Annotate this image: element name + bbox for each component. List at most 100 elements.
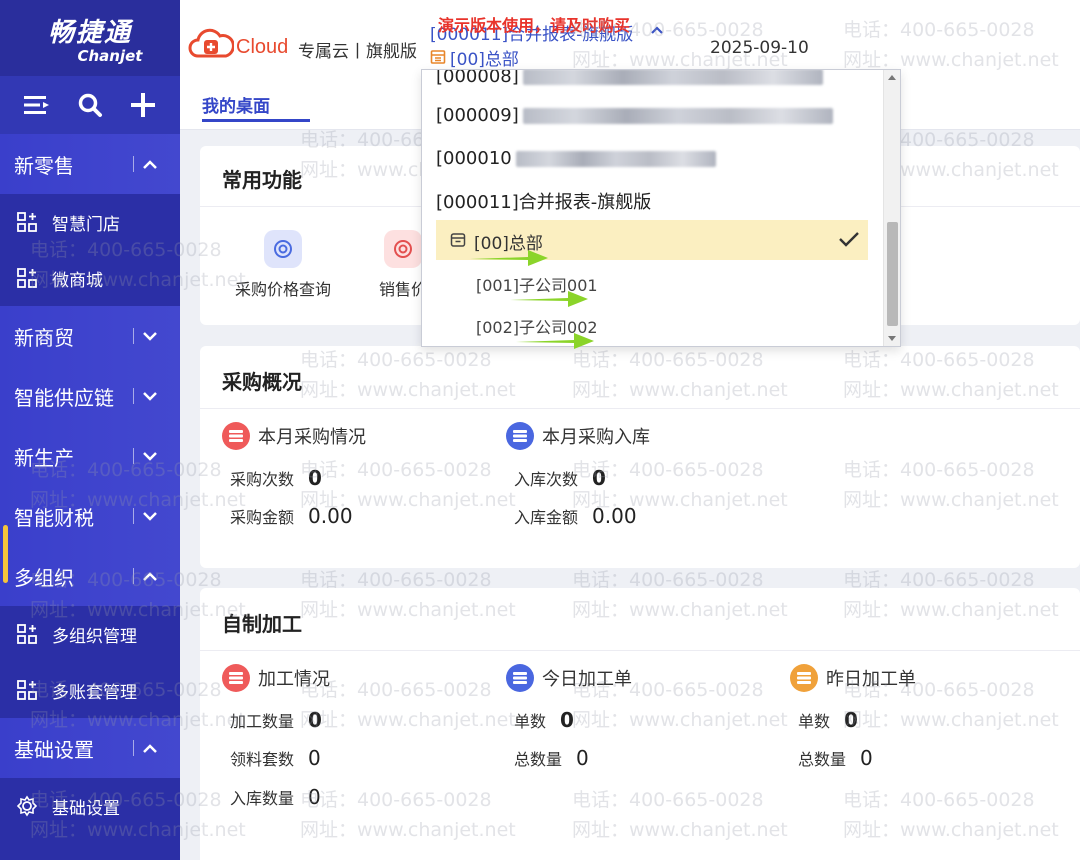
sidebar: 畅捷通 Chanjet 新零售 智慧门店 微商城 新商贸 智能供应链 新生产 智… [0, 0, 180, 860]
function-purchase-price-query[interactable]: 采购价格查询 [228, 230, 338, 300]
stat-label: 入库次数 [514, 470, 579, 489]
organization-selector[interactable]: [00]总部 [450, 45, 519, 70]
stat-label: 入库金额 [514, 508, 579, 527]
organization-dropdown[interactable]: [000008] [000009] [000010 [000011]合并报表-旗… [421, 69, 901, 347]
stat-value: 0 [560, 708, 574, 732]
tab-underline [202, 119, 310, 122]
stat-header-label: 本月采购情况 [258, 427, 366, 448]
stat-row: 单数 0 [514, 708, 574, 732]
chevron-up-icon[interactable] [650, 24, 664, 36]
stat-value: 0 [576, 746, 589, 770]
scroll-down-icon[interactable] [888, 336, 896, 341]
redacted-text [515, 151, 716, 167]
card-title: 采购概况 [222, 370, 302, 394]
nav-section-new-retail[interactable]: 新零售 [0, 134, 180, 194]
stat-header-label: 昨日加工单 [826, 669, 916, 690]
stat-row: 入库数量 0 [230, 785, 321, 809]
app-grid-icon [17, 624, 37, 644]
purchase-price-icon [264, 230, 302, 268]
nav-section-supply-chain[interactable]: 智能供应链 [0, 366, 180, 426]
stat-row: 采购金额 0.00 [230, 504, 353, 528]
stat-row: 领料套数 0 [230, 746, 321, 770]
card-title: 常用功能 [222, 168, 302, 192]
redacted-text [522, 108, 833, 124]
chevron-up-icon [143, 572, 157, 581]
nav-section-new-production[interactable]: 新生产 [0, 426, 180, 486]
chanjet-logo[interactable]: 畅捷通 Chanjet [0, 0, 180, 76]
stat-label: 单数 [514, 712, 547, 731]
gear-icon [16, 795, 38, 817]
chevron-down-icon [143, 512, 157, 521]
dropdown-option[interactable]: [000009] [436, 105, 833, 126]
nav-item-label: 多组织管理 [52, 626, 137, 647]
option-label: [000008] [436, 69, 519, 87]
stat-value: 0 [308, 746, 321, 770]
sales-price-icon [384, 230, 422, 268]
sidebar-toolbar [0, 76, 180, 134]
logo-english: Chanjet [77, 46, 143, 65]
list-icon [222, 422, 250, 450]
annotation-arrow-icon [510, 291, 588, 307]
nav-section-label: 智能财税 [14, 505, 94, 530]
stat-label: 单数 [798, 712, 831, 731]
stat-value: 0 [308, 708, 322, 732]
dropdown-scrollbar[interactable] [883, 70, 900, 346]
function-label: 采购价格查询 [234, 280, 331, 299]
card-title: 自制加工 [222, 612, 302, 636]
stat-label: 总数量 [798, 750, 847, 769]
stat-label: 领料套数 [230, 750, 295, 769]
stat-header: 本月采购入库 [506, 422, 650, 450]
stat-value: 0 [592, 466, 606, 490]
stat-value: 0 [844, 708, 858, 732]
stat-label: 加工数量 [230, 712, 295, 731]
dropdown-option[interactable]: [000010 [436, 148, 716, 169]
stat-header: 本月采购情况 [222, 422, 366, 450]
stat-row: 总数量 0 [798, 746, 873, 770]
scrollbar-thumb[interactable] [887, 222, 898, 326]
nav-section-smart-finance[interactable]: 智能财税 [0, 486, 180, 546]
stat-header: 今日加工单 [506, 664, 632, 692]
option-label: [000011]合并报表-旗舰版 [436, 192, 652, 213]
nav-item-label: 基础设置 [52, 798, 120, 819]
nav-item-label: 微商城 [52, 270, 103, 291]
nav-item-basic-settings[interactable]: 基础设置 [0, 778, 180, 834]
nav-item-multi-account[interactable]: 多账套管理 [0, 662, 180, 718]
chevron-down-icon [143, 332, 157, 341]
stat-header: 昨日加工单 [790, 664, 916, 692]
nav-section-label: 多组织 [14, 565, 74, 590]
nav-item-smart-store[interactable]: 智慧门店 [0, 194, 180, 250]
chevron-down-icon [143, 452, 157, 461]
annotation-arrow-icon [470, 250, 548, 266]
annotation-arrow-icon [516, 333, 594, 349]
nav-section-new-trade[interactable]: 新商贸 [0, 306, 180, 366]
active-indicator [3, 525, 8, 583]
demo-warning: 演示版本使用，请及时购买 [438, 16, 631, 35]
stat-header-label: 加工情况 [258, 669, 330, 690]
stat-row: 入库金额 0.00 [514, 504, 637, 528]
nav-section-label: 新零售 [14, 153, 74, 178]
nav-item-multi-org-manage[interactable]: 多组织管理 [0, 606, 180, 662]
nav-section-multi-org[interactable]: 多组织 [0, 546, 180, 606]
tab-my-desktop[interactable]: 我的桌面 [202, 92, 270, 117]
search-icon[interactable] [73, 88, 107, 122]
plus-icon[interactable] [126, 88, 160, 122]
chevron-up-icon [143, 160, 157, 169]
dropdown-option[interactable]: [000008] [436, 69, 823, 87]
list-icon [222, 664, 250, 692]
stat-value: 0 [308, 785, 321, 809]
cloud-label: Cloud [236, 36, 289, 58]
chevron-down-icon [143, 392, 157, 401]
menu-icon[interactable] [20, 88, 54, 122]
list-icon [506, 422, 534, 450]
app-grid-icon [17, 268, 37, 288]
stat-value: 0 [860, 746, 873, 770]
stat-label: 采购次数 [230, 470, 295, 489]
nav-section-label: 新商贸 [14, 325, 74, 350]
nav-item-micro-mall[interactable]: 微商城 [0, 250, 180, 306]
nav-section-basic-settings[interactable]: 基础设置 [0, 718, 180, 778]
dropdown-option[interactable]: [000011]合并报表-旗舰版 [436, 188, 651, 214]
scroll-up-icon[interactable] [888, 75, 896, 80]
stat-label: 采购金额 [230, 508, 295, 527]
stat-row: 单数 0 [798, 708, 858, 732]
stat-row: 加工数量 0 [230, 708, 322, 732]
